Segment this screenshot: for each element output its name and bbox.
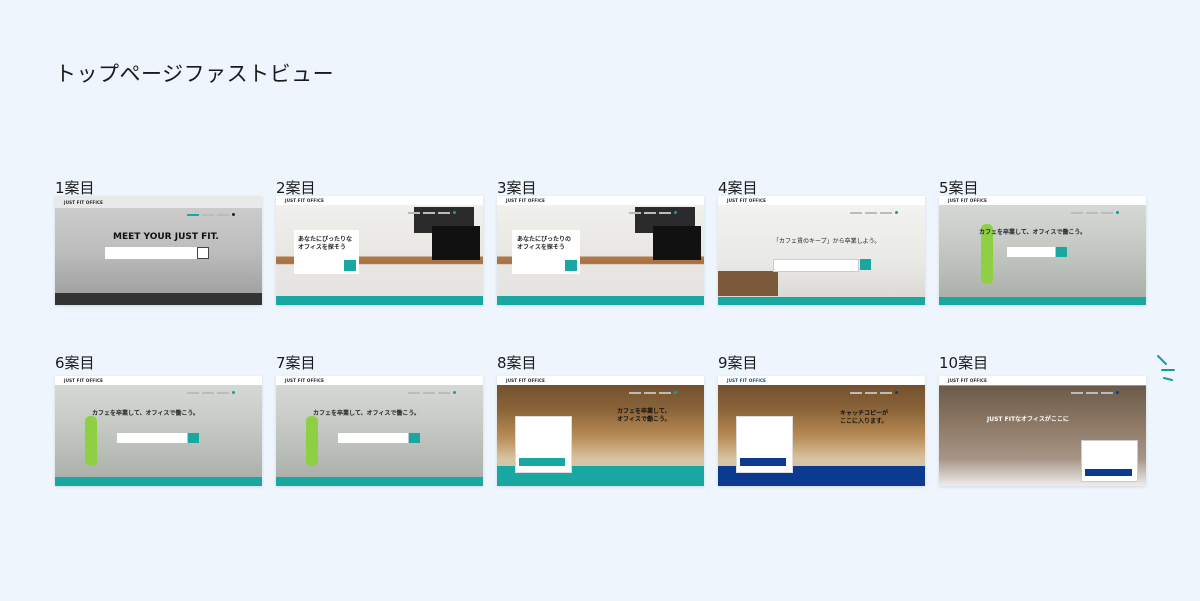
proposal-label-1: 1案目 (55, 179, 95, 197)
proposal-thumbnail-8[interactable]: JUST FIT OFFICE カフェを卒業して、 オフィスで働こう。 (497, 376, 704, 486)
proposal-label-3: 3案目 (497, 179, 537, 197)
thumb-nav (1068, 379, 1138, 394)
thumb-search-button (409, 433, 420, 443)
thumb-header: JUST FIT OFFICE (718, 376, 925, 394)
thumb-search-card (1007, 247, 1055, 257)
page-title: トップページファストビュー (55, 62, 335, 86)
thumb-bottom-bar (276, 296, 483, 305)
thumb-search-button (188, 433, 199, 443)
proposal-thumbnail-7[interactable]: JUST FIT OFFICE カフェを卒業して、オフィスで働こう。 (276, 376, 483, 486)
thumb-bottom-bar (939, 297, 1146, 305)
thumb-search-button (344, 260, 356, 271)
thumb-headline: あなたにぴったりな オフィスを探そう (298, 236, 353, 251)
thumb-search-button (197, 247, 209, 259)
proposal-thumbnail-9[interactable]: JUST FIT OFFICE キャッチコピーが ここに入ります。 (718, 376, 925, 486)
thumb-header: JUST FIT OFFICE (276, 196, 483, 214)
thumb-logo: JUST FIT OFFICE (285, 198, 325, 203)
thumb-bottom-bar (55, 293, 262, 305)
thumb-search-button (519, 458, 565, 466)
thumb-logo: JUST FIT OFFICE (506, 378, 546, 383)
proposal-label-9: 9案目 (718, 354, 758, 372)
thumb-search-button (1056, 247, 1067, 257)
thumb-headline: カフェを卒業して、オフィスで働こう。 (979, 229, 1087, 236)
thumb-header: JUST FIT OFFICE (497, 196, 704, 214)
thumb-logo: JUST FIT OFFICE (64, 378, 104, 383)
thumb-headline: キャッチコピーが ここに入ります。 (840, 410, 889, 425)
thumb-header: JUST FIT OFFICE (939, 376, 1146, 394)
thumb-logo: JUST FIT OFFICE (948, 378, 988, 383)
proposal-thumbnail-2[interactable]: JUST FIT OFFICE あなたにぴったりな オフィスを探そう (276, 196, 483, 305)
thumb-headline: あなたにぴったりの オフィスを探そう (517, 236, 572, 251)
thumb-headline: カフェを卒業して、オフィスで働こう。 (92, 410, 200, 417)
thumb-headline: 「カフェ賃のキープ」から卒業しよう。 (773, 238, 881, 245)
thumb-headline: カフェを卒業して、オフィスで働こう。 (313, 410, 421, 417)
thumb-headline: MEET YOUR JUST FIT. (113, 232, 219, 242)
thumb-bottom-bar (718, 297, 925, 305)
thumb-nav (626, 199, 696, 214)
proposal-label-8: 8案目 (497, 354, 537, 372)
proposal-thumbnail-4[interactable]: JUST FIT OFFICE 「カフェ賃のキープ」から卒業しよう。 (718, 196, 925, 305)
thumb-person (85, 416, 97, 466)
proposal-label-5: 5案目 (939, 179, 979, 197)
proposal-thumbnail-5[interactable]: JUST FIT OFFICE カフェを卒業して、オフィスで働こう。 (939, 196, 1146, 305)
thumb-monitor (432, 226, 480, 260)
thumb-logo: JUST FIT OFFICE (506, 198, 546, 203)
thumb-search-card (338, 433, 408, 443)
thumb-nav (184, 379, 254, 394)
thumb-nav (405, 199, 475, 214)
proposal-label-2: 2案目 (276, 179, 316, 197)
proposal-thumbnail-6[interactable]: JUST FIT OFFICE カフェを卒業して、オフィスで働こう。 (55, 376, 262, 486)
thumb-nav (405, 379, 475, 394)
thumb-logo: JUST FIT OFFICE (64, 200, 104, 205)
proposal-label-4: 4案目 (718, 179, 758, 197)
thumb-logo: JUST FIT OFFICE (285, 378, 325, 383)
thumb-logo: JUST FIT OFFICE (948, 198, 988, 203)
proposal-thumbnail-3[interactable]: JUST FIT OFFICE あなたにぴったりの オフィスを探そう (497, 196, 704, 305)
thumb-nav (626, 379, 696, 394)
thumb-headline: JUST FITなオフィスがここに (987, 416, 1069, 423)
thumb-monitor (653, 226, 701, 260)
thumb-nav (847, 199, 917, 214)
thumb-search-button (565, 260, 577, 271)
thumb-header: JUST FIT OFFICE (497, 376, 704, 394)
thumb-header: JUST FIT OFFICE (55, 376, 262, 394)
proposal-thumbnail-10[interactable]: JUST FIT OFFICE JUST FITなオフィスがここに (939, 376, 1146, 486)
sparkle-lines-icon (1157, 355, 1175, 381)
thumb-search-button (740, 458, 786, 466)
thumb-search-card (117, 433, 187, 443)
proposal-label-7: 7案目 (276, 354, 316, 372)
thumb-header: JUST FIT OFFICE (718, 196, 925, 214)
thumb-search-card (105, 247, 207, 259)
thumb-bottom-bar (497, 296, 704, 305)
thumb-search-button (1085, 469, 1132, 476)
proposal-label-6: 6案目 (55, 354, 95, 372)
thumb-search-card (773, 259, 859, 272)
thumb-nav (847, 379, 917, 394)
thumb-bottom-bar (55, 477, 262, 486)
thumb-header: JUST FIT OFFICE (55, 196, 262, 216)
thumb-person (306, 416, 318, 466)
thumb-logo: JUST FIT OFFICE (727, 198, 767, 203)
thumb-header: JUST FIT OFFICE (276, 376, 483, 394)
thumb-headline: カフェを卒業して、 オフィスで働こう。 (617, 408, 671, 423)
thumb-search-button (860, 259, 871, 270)
thumb-bottom-bar (276, 477, 483, 486)
thumb-nav (184, 201, 254, 216)
thumb-header: JUST FIT OFFICE (939, 196, 1146, 214)
proposal-thumbnail-1[interactable]: JUST FIT OFFICE MEET YOUR JUST FIT. (55, 196, 262, 305)
thumb-nav (1068, 199, 1138, 214)
proposal-label-10: 10案目 (939, 354, 989, 372)
thumb-logo: JUST FIT OFFICE (727, 378, 767, 383)
thumb-shelf (718, 271, 778, 296)
